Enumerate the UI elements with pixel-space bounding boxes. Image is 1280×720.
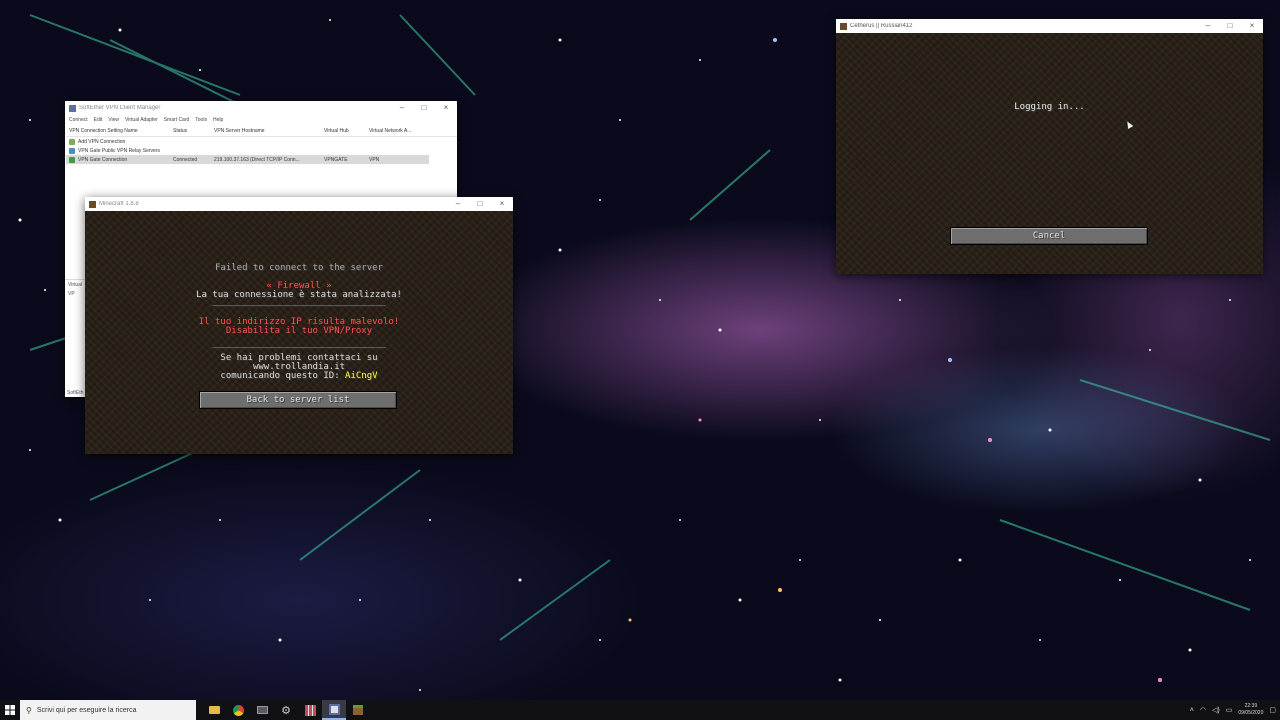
relay-servers-icon [69, 147, 75, 154]
minimize-icon[interactable]: – [1197, 19, 1219, 33]
table-header: VPN Connection Setting Name Status VPN S… [66, 125, 457, 137]
softether-app-icon [69, 104, 76, 112]
minecraft-titlebar[interactable]: Minecraft 1.8.8 – □ × [85, 197, 513, 211]
taskbar-app-circle[interactable]: ⚙ [274, 700, 298, 720]
row-name: Add VPN Connection [78, 138, 126, 145]
cancel-button[interactable]: Cancel [950, 227, 1148, 245]
taskbar-app-dark[interactable] [250, 700, 274, 720]
taskbar-softether[interactable] [322, 700, 346, 720]
taskbar-app-grid[interactable] [298, 700, 322, 720]
grid-icon [304, 704, 316, 716]
row-name: VPN Gate Public VPN Relay Servers [78, 147, 160, 154]
clock[interactable]: 22:39 09/05/2020 [1238, 703, 1263, 717]
minecraft-login-window[interactable]: Cetherus || Russian412 – □ × Logging in.… [836, 19, 1263, 274]
search-placeholder: Scrivi qui per eseguire la ricerca [36, 706, 137, 714]
add-connection-icon [69, 138, 75, 145]
close-icon[interactable]: × [1241, 19, 1263, 33]
close-icon[interactable]: × [435, 101, 457, 115]
separator-line: ________________________________ [212, 339, 386, 349]
start-button[interactable] [0, 700, 20, 720]
minecraft-app-icon [840, 22, 847, 30]
separator-line: ________________________________ [212, 297, 386, 307]
column-header-hostname[interactable]: VPN Server Hostname [214, 128, 324, 134]
minecraft-disconnect-window[interactable]: Minecraft 1.8.8 – □ × Failed to connect … [85, 197, 513, 454]
clock-date: 09/05/2020 [1238, 710, 1264, 716]
battery-icon[interactable]: ▭ [1226, 706, 1233, 714]
gear-icon: ⚙ [281, 704, 291, 717]
close-icon[interactable]: × [491, 197, 513, 211]
menu-edit[interactable]: Edit [94, 117, 103, 123]
app-window-icon [256, 706, 268, 714]
taskbar-file-explorer[interactable] [202, 700, 226, 720]
menu-help[interactable]: Help [213, 117, 223, 123]
window-title: Minecraft 1.8.8 [99, 201, 139, 207]
system-tray: ˄ ◠ ◁) ▭ 22:39 09/05/2020 ▢ [1190, 700, 1276, 720]
id-line: comunicando questo ID: AiCngV [85, 372, 513, 381]
table-row[interactable]: Add VPN Connection [66, 137, 457, 146]
maximize-icon[interactable]: □ [469, 197, 491, 211]
table-row[interactable]: VPN Gate Public VPN Relay Servers [66, 146, 457, 155]
virtual-adapter-list[interactable]: Virtual VP [65, 279, 85, 389]
minecraft-app-icon [89, 200, 96, 208]
softether-titlebar[interactable]: SoftEther VPN Client Manager – □ × [65, 101, 457, 115]
status-bar: SoftEth [67, 390, 84, 396]
row-host: 219.100.37.163 (Direct TCP/IP Conn... [214, 156, 300, 163]
row-adapter: VPN [369, 156, 380, 163]
clock-time: 22:39 [1244, 703, 1258, 709]
taskbar-chrome[interactable] [226, 700, 250, 720]
disable-vpn-message: Disabilita il tuo VPN/Proxy [225, 326, 373, 336]
connected-icon [69, 156, 75, 163]
back-to-server-list-button[interactable]: Back to server list [199, 391, 397, 409]
column-header-hub[interactable]: Virtual Hub [324, 128, 369, 134]
taskbar-minecraft[interactable] [346, 700, 370, 720]
id-prefix: comunicando questo ID: [220, 371, 346, 381]
table-row-selected[interactable]: VPN Gate Connection Connected 219.100.37… [66, 155, 429, 164]
logging-in-status: Logging in... [1014, 102, 1085, 112]
maximize-icon[interactable]: □ [413, 101, 435, 115]
menu-tools[interactable]: Tools [195, 117, 207, 123]
minimize-icon[interactable]: – [447, 197, 469, 211]
taskbar-apps: ⚙ [202, 700, 370, 720]
chevron-up-icon[interactable]: ˄ [1190, 707, 1194, 714]
row-hub: VPNGATE [324, 156, 348, 163]
window-title: SoftEther VPN Client Manager [79, 105, 161, 111]
softether-icon [328, 703, 340, 715]
disconnect-heading: Failed to connect to the server [215, 263, 383, 273]
minecraft-block-icon [353, 705, 363, 715]
virtual-adapter-header: Virtual [68, 282, 83, 288]
volume-icon[interactable]: ◁) [1212, 706, 1220, 714]
virtual-adapter-item[interactable]: VP [68, 291, 82, 297]
notifications-icon[interactable]: ▢ [1269, 706, 1276, 714]
row-status: Connected [173, 156, 198, 163]
minimize-icon[interactable]: – [391, 101, 413, 115]
folder-icon [208, 706, 220, 714]
disconnect-screen: Failed to connect to the server « Firewa… [85, 211, 513, 454]
windows-icon [5, 705, 15, 715]
taskbar-search-box[interactable]: ⚲ Scrivi qui per eseguire la ricerca [20, 700, 196, 720]
mouse-cursor-icon [1124, 119, 1134, 130]
menu-bar: Connect Edit View Virtual Adapter Smart … [65, 115, 457, 125]
column-header-name[interactable]: VPN Connection Setting Name [66, 128, 173, 134]
menu-smart-card[interactable]: Smart Card [164, 117, 190, 123]
chrome-icon [232, 704, 244, 716]
login-screen: Logging in... Cancel [836, 33, 1263, 274]
vpn-connection-table: VPN Connection Setting Name Status VPN S… [66, 125, 457, 164]
search-icon: ⚲ [26, 705, 32, 715]
minecraft-login-titlebar[interactable]: Cetherus || Russian412 – □ × [836, 19, 1263, 33]
window-title: Cetherus || Russian412 [850, 23, 913, 29]
wifi-icon[interactable]: ◠ [1200, 706, 1206, 714]
taskbar: ⚲ Scrivi qui per eseguire la ricerca ⚙ ˄… [0, 700, 1280, 720]
column-header-status[interactable]: Status [173, 128, 214, 134]
menu-view[interactable]: View [108, 117, 119, 123]
row-name: VPN Gate Connection [78, 156, 128, 163]
maximize-icon[interactable]: □ [1219, 19, 1241, 33]
column-header-adapter[interactable]: Virtual Network A... [369, 128, 429, 134]
menu-connect[interactable]: Connect [69, 117, 88, 123]
menu-virtual-adapter[interactable]: Virtual Adapter [125, 117, 158, 123]
session-id: AiCngV [345, 371, 378, 381]
